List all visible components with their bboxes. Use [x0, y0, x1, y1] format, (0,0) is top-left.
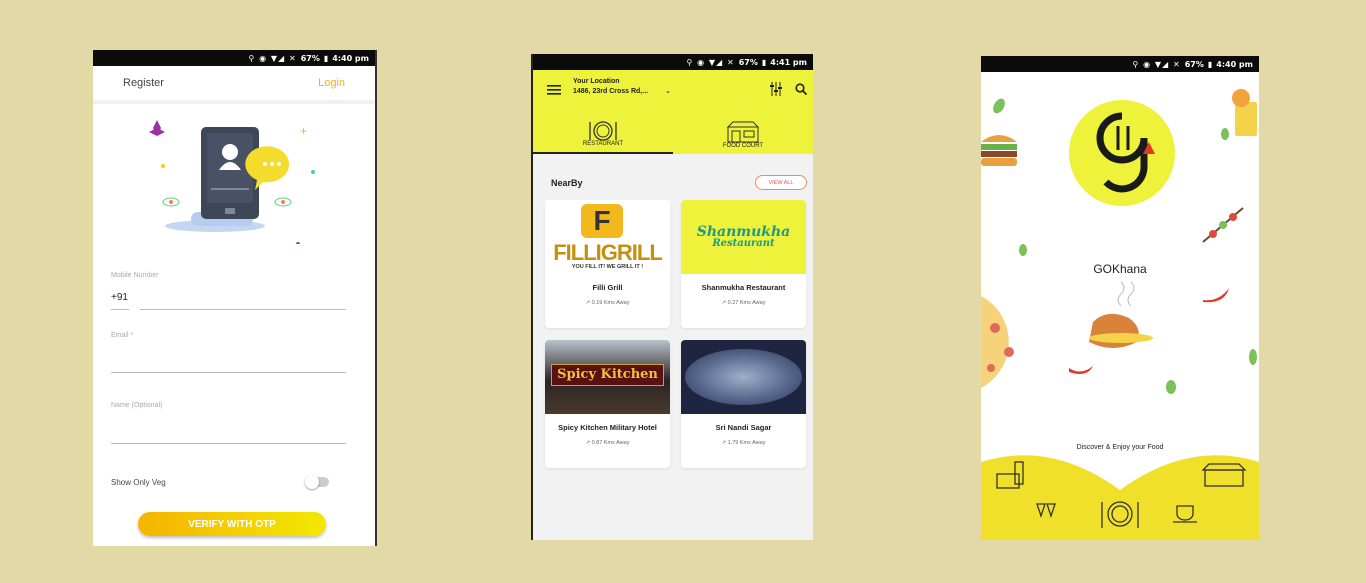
- filter-icon[interactable]: [770, 82, 782, 96]
- chevron-down-icon[interactable]: ⌄: [665, 87, 671, 95]
- auth-nav: Register Login: [93, 66, 375, 104]
- toggle-knob: [305, 475, 319, 489]
- battery-level: 67%: [300, 53, 320, 63]
- nearby-title: NearBy: [551, 178, 583, 188]
- restaurant-photo: Spicy Kitchen: [545, 340, 670, 414]
- veg-label: Show Only Veg: [111, 478, 166, 487]
- home-screen: ⚲ ◉ ▼◢ ✕ 67% ▮ 4:41 pm Your Location 148…: [531, 54, 813, 540]
- battery-icon: ▮: [1207, 59, 1213, 69]
- login-screen: ⚲ ◉ ▼◢ ✕ 67% ▮ 4:40 pm Register Login +: [93, 50, 377, 546]
- restaurant-photo: [681, 340, 806, 414]
- status-bar: ⚲ ◉ ▼◢ ✕ 67% ▮ 4:41 pm: [533, 54, 813, 70]
- logo-subtext: YOU FILL IT! WE GRILL IT !: [571, 264, 644, 270]
- email-label: Email *: [111, 332, 134, 339]
- restaurant-distance: ↗ 0.27 Kms Away: [721, 300, 766, 306]
- app-logo: [1069, 100, 1175, 206]
- mobile-label: Mobile Number: [111, 272, 159, 279]
- email-input[interactable]: [111, 372, 346, 373]
- search-icon[interactable]: [795, 83, 807, 95]
- tab-food-court[interactable]: FOOD COURT: [673, 108, 813, 154]
- battery-level: 67%: [738, 57, 758, 67]
- name-input[interactable]: [111, 443, 346, 444]
- svg-text:+: +: [300, 124, 307, 138]
- restaurant-card[interactable]: Spicy Kitchen Spicy Kitchen Military Hot…: [545, 340, 670, 468]
- restaurant-distance: ↗ 0.87 Kms Away: [585, 440, 630, 446]
- logo-text: FILLIGRILL: [553, 240, 663, 265]
- battery-icon: ▮: [323, 53, 329, 63]
- plate-icon: [589, 121, 617, 141]
- restaurant-distance: ↗ 1.79 Kms Away: [721, 440, 766, 446]
- restaurant-distance: ↗ 0.19 Kms Away: [585, 300, 630, 306]
- status-bar: ⚲ ◉ ▼◢ ✕ 67% ▮ 4:40 pm: [981, 56, 1259, 72]
- tab-food-court-label: FOOD COURT: [722, 143, 764, 149]
- location-address[interactable]: 1486, 23rd Cross Rd,...: [573, 88, 648, 95]
- view-all-button[interactable]: VIEW ALL: [755, 175, 807, 190]
- login-tab[interactable]: Login: [318, 77, 345, 89]
- restaurant-name: Shanmukha Restaurant: [701, 283, 786, 292]
- verify-otp-button[interactable]: VERIFY WITH OTP: [138, 512, 326, 536]
- tab-restaurant[interactable]: RESTAURANT: [533, 108, 673, 154]
- restaurant-name: Filli Grill: [592, 283, 623, 292]
- restaurant-name: Sri Nandi Sagar: [715, 423, 772, 432]
- register-tab[interactable]: Register: [123, 77, 164, 89]
- bottom-banner: [981, 455, 1259, 540]
- logo-text: Spicy Kitchen: [551, 364, 664, 386]
- restaurant-name: Spicy Kitchen Military Hotel: [558, 423, 657, 432]
- home-header: Your Location 1486, 23rd Cross Rd,... ⌄ …: [533, 70, 813, 154]
- clock: 4:41 pm: [770, 57, 807, 67]
- location-title: Your Location: [573, 78, 620, 85]
- battery-level: 67%: [1184, 59, 1204, 69]
- phone-illustration: +: [93, 104, 375, 246]
- restaurant-card[interactable]: F FILLIGRILL YOU FILL IT! WE GRILL IT ! …: [545, 200, 670, 328]
- clock: 4:40 pm: [1216, 59, 1253, 69]
- battery-icon: ▮: [761, 57, 767, 67]
- restaurant-card[interactable]: Shanmukha Restaurant Shanmukha Restauran…: [681, 200, 806, 328]
- name-label: Name (Optional): [111, 402, 163, 409]
- splash-screen: ⚲ ◉ ▼◢ ✕ 67% ▮ 4:40 pm GOKhana Discover …: [981, 56, 1259, 540]
- restaurant-logo: Shanmukha Restaurant: [681, 200, 806, 274]
- status-icons: ⚲ ◉ ▼◢ ✕: [686, 57, 735, 67]
- tab-restaurant-label: RESTAURANT: [582, 141, 624, 147]
- country-code-underline: [111, 309, 129, 310]
- app-name: GOKhana: [1093, 262, 1147, 276]
- shop-icon: [726, 121, 760, 143]
- restaurant-card[interactable]: Sri Nandi Sagar ↗ 1.79 Kms Away: [681, 340, 806, 468]
- logo-subtext: Restaurant: [712, 238, 775, 249]
- restaurant-logo: F FILLIGRILL YOU FILL IT! WE GRILL IT !: [545, 200, 670, 274]
- country-code[interactable]: +91: [111, 292, 128, 303]
- status-icons: ⚲ ◉ ▼◢ ✕: [1132, 59, 1181, 69]
- mobile-input[interactable]: [140, 309, 346, 310]
- veg-toggle[interactable]: [305, 475, 329, 489]
- menu-icon[interactable]: [547, 85, 561, 95]
- status-bar: ⚲ ◉ ▼◢ ✕ 67% ▮ 4:40 pm: [93, 50, 375, 66]
- clock: 4:40 pm: [332, 53, 369, 63]
- status-icons: ⚲ ◉ ▼◢ ✕: [248, 53, 297, 63]
- category-tabs: RESTAURANT FOOD COURT: [533, 108, 813, 154]
